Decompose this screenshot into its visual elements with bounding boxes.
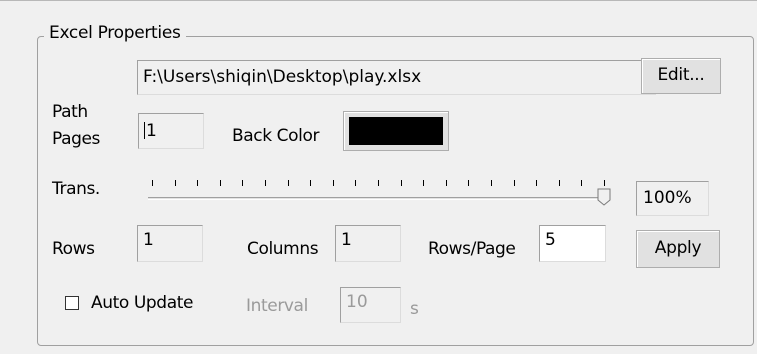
auto-update-checkbox[interactable] — [65, 296, 79, 310]
back-color-swatch — [349, 117, 443, 145]
slider-tick — [287, 180, 289, 186]
interval-field: 10 — [340, 287, 401, 323]
slider-tick — [174, 180, 176, 186]
slider-tick — [265, 180, 266, 186]
apply-button[interactable]: Apply — [636, 230, 720, 268]
columns-label: Columns — [247, 239, 319, 259]
slider-tick — [355, 180, 357, 186]
edit-button[interactable]: Edit... — [641, 58, 721, 94]
back-color-button[interactable] — [343, 111, 449, 151]
slider-tick — [468, 180, 470, 186]
slider-tick — [378, 180, 379, 186]
columns-field[interactable]: 1 — [335, 225, 401, 262]
auto-update-label[interactable]: Auto Update — [91, 292, 193, 314]
back-color-label: Back Color — [232, 126, 320, 146]
slider-thumb[interactable] — [597, 188, 611, 206]
slider-tick — [558, 180, 560, 186]
pages-field[interactable]: 1 — [138, 113, 204, 149]
slider-tick — [219, 180, 221, 186]
slider-tick — [400, 180, 402, 186]
slider-tick — [310, 180, 312, 186]
transparency-slider[interactable] — [148, 176, 616, 206]
slider-tick — [423, 180, 425, 186]
slider-track — [148, 197, 606, 200]
path-field[interactable]: F:\Users\shiqin\Desktop\play.xlsx — [137, 60, 656, 95]
slider-tick — [513, 180, 515, 186]
rows-per-page-field[interactable]: 5 — [539, 225, 606, 262]
interval-label: Interval — [246, 296, 308, 316]
trans-value-field: 100% — [636, 181, 709, 216]
slider-tick — [491, 180, 492, 186]
group-title: Excel Properties — [44, 21, 186, 45]
slider-tick — [152, 180, 153, 186]
path-label: Path — [52, 102, 88, 122]
rows-label: Rows — [52, 239, 95, 259]
text-caret — [144, 122, 145, 139]
slider-tick — [581, 180, 583, 186]
slider-tick — [445, 180, 447, 186]
rows-per-page-label: Rows/Page — [428, 239, 516, 259]
rows-field[interactable]: 1 — [137, 225, 203, 262]
interval-unit-label: s — [410, 299, 419, 319]
slider-tick — [242, 180, 244, 186]
trans-label: Trans. — [52, 179, 100, 199]
slider-tick — [332, 180, 334, 186]
slider-tick — [197, 180, 199, 186]
slider-tick — [604, 180, 605, 186]
pages-value: 1 — [146, 121, 157, 141]
top-divider — [0, 0, 757, 1]
slider-tick — [536, 180, 538, 186]
pages-label: Pages — [52, 129, 101, 149]
